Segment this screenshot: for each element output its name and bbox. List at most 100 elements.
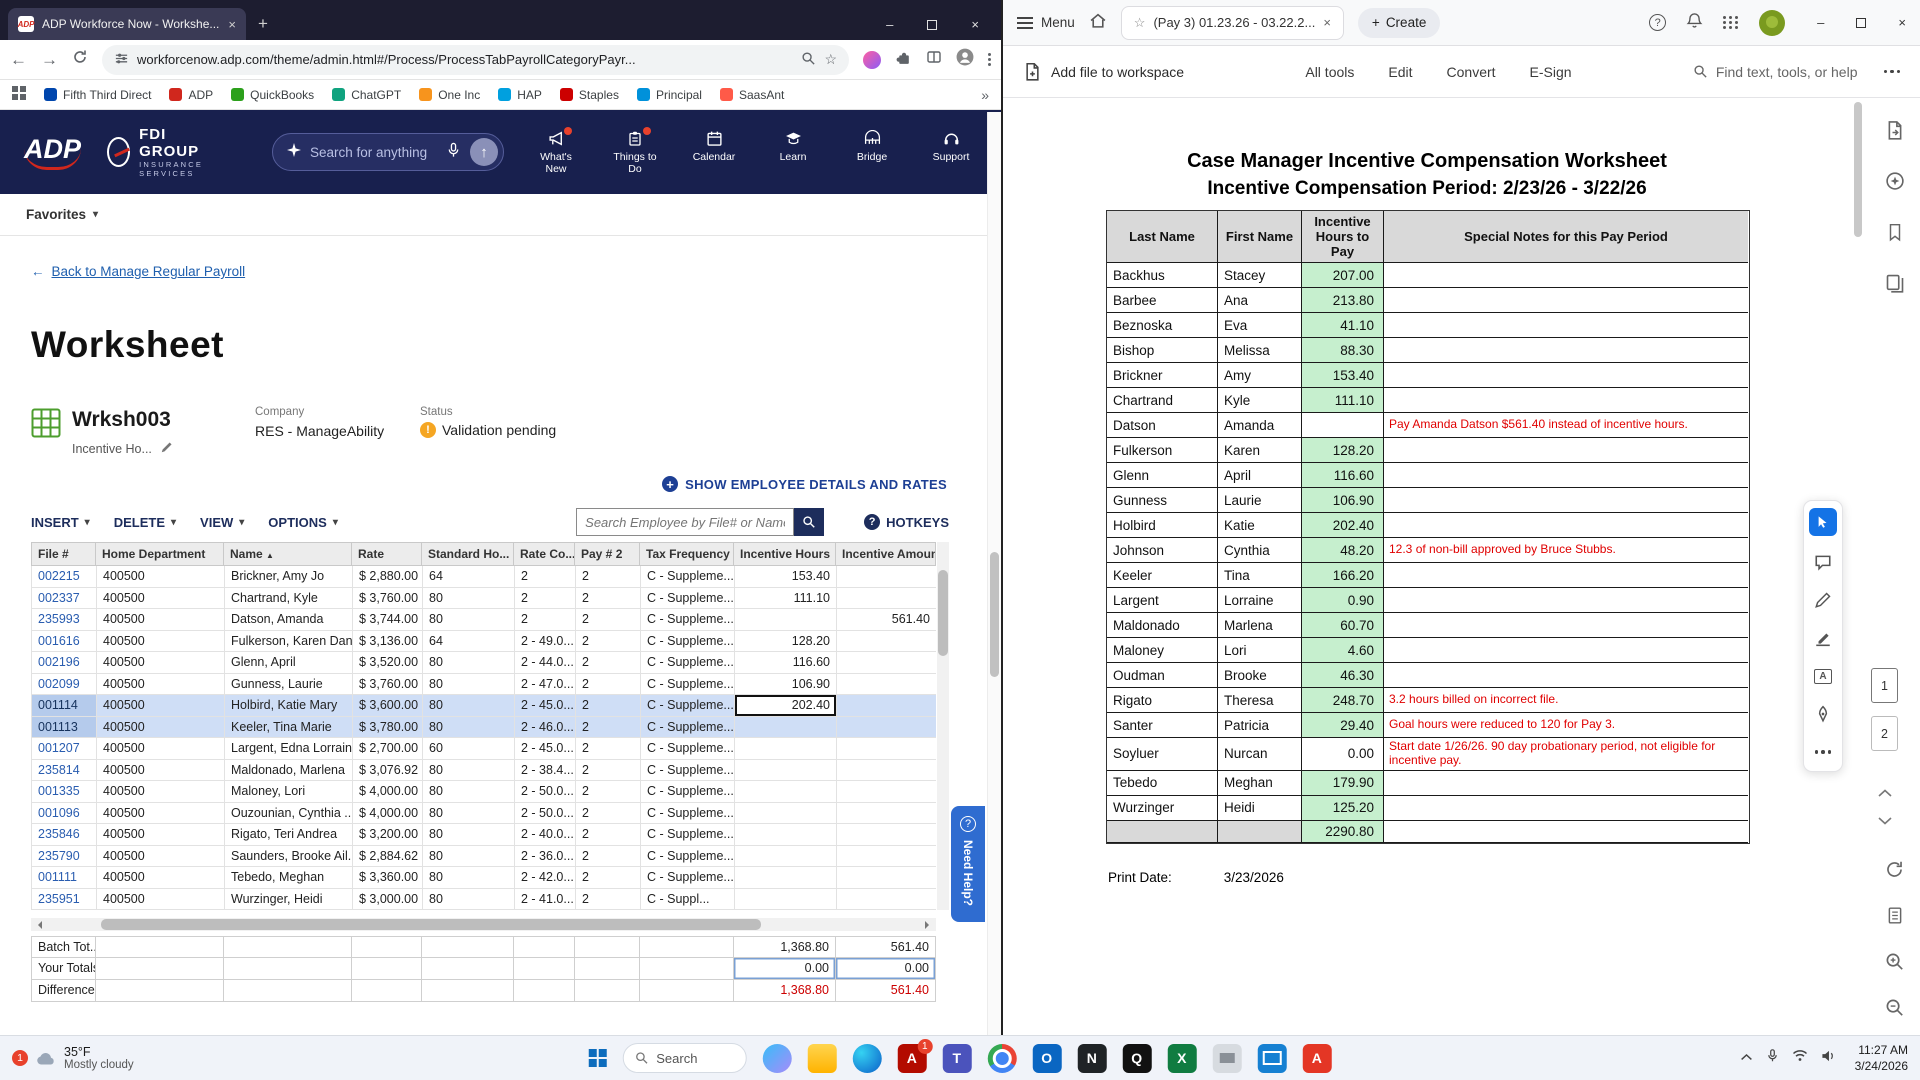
col-header-tax-frequency[interactable]: Tax Frequency [640, 542, 734, 566]
cell-rate[interactable]: $ 3,520.00 [353, 652, 423, 674]
cell-file-number[interactable]: 235814 [32, 759, 97, 781]
cell-name[interactable]: Tebedo, Meghan [225, 867, 353, 889]
col-header-pay2[interactable]: Pay # 2 [575, 542, 640, 566]
star-icon[interactable]: ☆ [1134, 15, 1146, 31]
cell-standard-hours[interactable]: 80 [423, 587, 515, 609]
cell-rate-code[interactable]: 2 [515, 566, 576, 588]
url-text[interactable]: workforcenow.adp.com/theme/admin.html#/P… [137, 52, 793, 67]
cell-tax-frequency[interactable]: C - Suppleme... [641, 652, 735, 674]
cell-tax-frequency[interactable]: C - Suppleme... [641, 630, 735, 652]
cell-name[interactable]: Gunness, Laurie [225, 673, 353, 695]
bookmark-item[interactable]: ADP [169, 88, 213, 102]
mic-icon[interactable] [446, 142, 461, 163]
cell-home-department[interactable]: 400500 [97, 630, 225, 652]
cell-pay2[interactable]: 2 [576, 802, 641, 824]
cell-tax-frequency[interactable]: C - Suppleme... [641, 695, 735, 717]
cell-file-number[interactable]: 002215 [32, 566, 97, 588]
split-screen-icon[interactable] [926, 49, 942, 70]
cell-incentive-amount[interactable] [837, 824, 936, 846]
acrobat-reader-icon[interactable]: A [1302, 1043, 1332, 1073]
profile-avatar[interactable] [956, 48, 974, 71]
convert-tab[interactable]: Convert [1447, 64, 1496, 80]
taskbar-clock[interactable]: 11:27 AM 3/24/2026 [1855, 1042, 1908, 1074]
options-button[interactable]: OPTIONS ▾ [268, 515, 338, 530]
bookmark-item[interactable]: Staples [559, 88, 619, 102]
cell-rate-code[interactable]: 2 - 42.0... [515, 867, 576, 889]
cell-pay2[interactable]: 2 [576, 888, 641, 910]
col-header-rate-code[interactable]: Rate Co... [514, 542, 575, 566]
cell-tax-frequency[interactable]: C - Suppleme... [641, 738, 735, 760]
cell-incentive-hours[interactable] [735, 781, 837, 803]
cell-tax-frequency[interactable]: C - Suppl... [641, 888, 735, 910]
cell-rate-code[interactable]: 2 - 47.0... [515, 673, 576, 695]
nav-bridge[interactable]: Bridge [846, 129, 898, 175]
cell-rate[interactable]: $ 2,880.00 [353, 566, 423, 588]
cell-incentive-hours[interactable] [735, 802, 837, 824]
q-app-icon[interactable]: Q [1122, 1043, 1152, 1073]
highlight-tool[interactable] [1811, 626, 1835, 650]
cell-file-number[interactable]: 001616 [32, 630, 97, 652]
browser-scrollbar[interactable] [987, 112, 1001, 1035]
cell-pay2[interactable]: 2 [576, 738, 641, 760]
cell-incentive-hours[interactable] [735, 609, 837, 631]
cell-home-department[interactable]: 400500 [97, 867, 225, 889]
cell-incentive-amount[interactable]: 561.40 [837, 609, 936, 631]
cell-pay2[interactable]: 2 [576, 652, 641, 674]
cell-pay2[interactable]: 2 [576, 630, 641, 652]
cell-incentive-hours[interactable]: 111.10 [735, 587, 837, 609]
cell-incentive-hours[interactable] [735, 888, 837, 910]
extension-pink-icon[interactable] [863, 50, 881, 69]
grid-vertical-scrollbar[interactable] [937, 542, 949, 910]
cell-standard-hours[interactable]: 80 [423, 845, 515, 867]
cell-rate-code[interactable]: 2 - 44.0... [515, 652, 576, 674]
cell-name[interactable]: Chartrand, Kyle [225, 587, 353, 609]
cell-rate-code[interactable]: 2 [515, 587, 576, 609]
maximize-button[interactable] [927, 19, 938, 30]
table-row[interactable]: 002099 400500 Gunness, Laurie $ 3,760.00… [32, 673, 936, 695]
table-row[interactable]: 001207 400500 Largent, Edna Lorraine $ 2… [32, 738, 936, 760]
maximize-button[interactable] [1856, 17, 1867, 28]
cell-name[interactable]: Saunders, Brooke Ail... [225, 845, 353, 867]
cell-rate-code[interactable]: 2 - 46.0... [515, 716, 576, 738]
view-button[interactable]: VIEW ▾ [200, 515, 244, 530]
all-tools-tab[interactable]: All tools [1305, 64, 1354, 80]
scroll-left-icon[interactable] [34, 921, 42, 929]
nav-learn[interactable]: Learn [767, 130, 819, 175]
tab-close-icon[interactable]: × [1323, 15, 1331, 30]
table-row[interactable]: 001616 400500 Fulkerson, Karen Danz $ 3,… [32, 630, 936, 652]
cell-incentive-hours[interactable] [735, 716, 837, 738]
cell-home-department[interactable]: 400500 [97, 716, 225, 738]
cell-pay2[interactable]: 2 [576, 716, 641, 738]
minimize-button[interactable]: – [886, 17, 893, 32]
cell-tax-frequency[interactable]: C - Suppleme... [641, 781, 735, 803]
acrobat-icon[interactable]: A 1 [897, 1038, 933, 1073]
cell-file-number[interactable]: 235790 [32, 845, 97, 867]
cell-incentive-hours[interactable] [735, 867, 837, 889]
edge-icon[interactable] [852, 1043, 882, 1073]
comment-tool[interactable] [1811, 550, 1835, 574]
cell-incentive-amount[interactable] [837, 631, 936, 652]
copilot-icon[interactable] [762, 1043, 792, 1073]
cell-rate[interactable]: $ 2,884.62 [353, 845, 423, 867]
create-button[interactable]: + Create [1357, 7, 1441, 38]
organize-pages-icon[interactable] [1885, 273, 1905, 298]
cell-pay2[interactable]: 2 [576, 673, 641, 695]
cell-incentive-amount[interactable] [837, 738, 936, 760]
cell-incentive-hours[interactable]: 202.40 [735, 695, 837, 717]
taskbar-search[interactable]: Search [622, 1043, 747, 1073]
cell-incentive-hours[interactable] [735, 759, 837, 781]
bookmark-item[interactable]: One Inc [419, 88, 480, 102]
nav-calendar[interactable]: Calendar [688, 130, 740, 175]
teams-icon[interactable]: T [942, 1043, 972, 1073]
bookmark-item[interactable]: QuickBooks [231, 88, 314, 102]
cell-rate[interactable]: $ 3,360.00 [353, 867, 423, 889]
cell-home-department[interactable]: 400500 [97, 566, 225, 588]
cell-home-department[interactable]: 400500 [97, 845, 225, 867]
delete-button[interactable]: DELETE ▾ [114, 515, 176, 530]
extensions-puzzle-icon[interactable] [895, 49, 912, 71]
cell-tax-frequency[interactable]: C - Suppleme... [641, 566, 735, 588]
bookmark-item[interactable]: HAP [498, 88, 542, 102]
cell-name[interactable]: Ouzounian, Cynthia ... [225, 802, 353, 824]
cell-home-department[interactable]: 400500 [97, 824, 225, 846]
cell-tax-frequency[interactable]: C - Suppleme... [641, 587, 735, 609]
